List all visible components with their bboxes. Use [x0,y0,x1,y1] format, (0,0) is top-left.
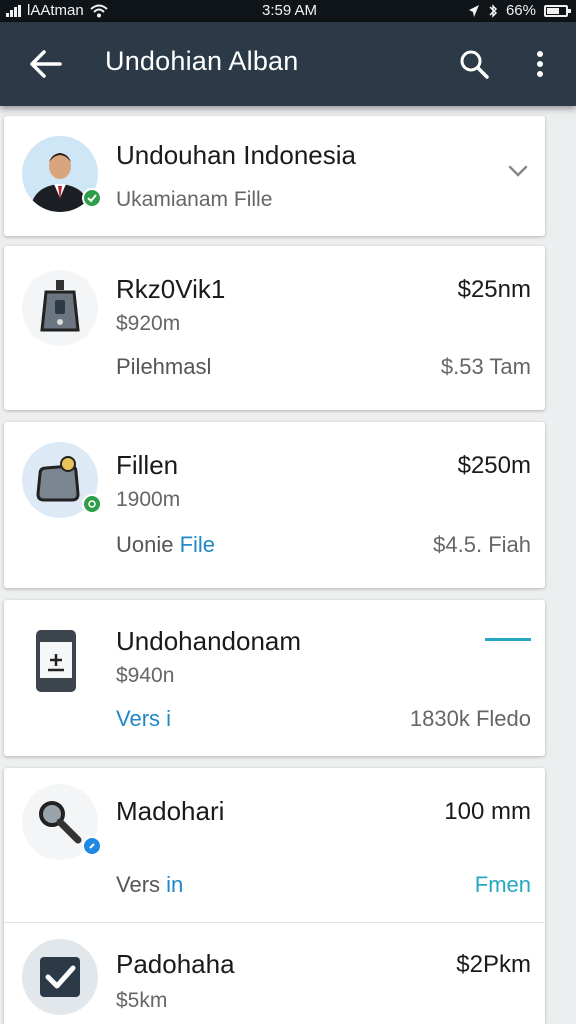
more-options-button[interactable] [526,46,554,82]
list-item[interactable]: Fillen 1900m Uonie File $250m $4.5. Fiah [4,422,545,588]
item-meta: Vers i [116,706,171,732]
page-title: Undohian Alban [105,46,299,76]
avatar [22,136,102,212]
status-right: 66% [468,2,571,19]
item-meta: Vers in [116,872,183,898]
item-icon-wrap [22,270,98,346]
item-meta-accent: File [173,532,216,557]
carrier-label: lAAtman [27,2,84,19]
expand-button[interactable] [505,158,531,184]
item-icon-wrap [22,442,102,518]
checkbox-icon [40,957,80,997]
list-item[interactable]: Undohandonam $940n Vers i 1830k Fledo [4,600,545,756]
item-meta-text: Vers [116,872,161,897]
chevron-down-icon [508,165,528,177]
battery-percent: 66% [505,2,536,19]
more-vert-icon [537,51,543,77]
item-icon-wrap [22,620,98,696]
info-badge-icon [82,836,102,856]
search-icon [460,50,489,79]
item-meta-accent: in [160,872,184,897]
list-item[interactable]: Rkz0Vik1 $920m Pilehmasl $25nm $.53 Tam [4,246,545,410]
item-meta: Uonie File [116,532,215,558]
verified-badge-icon [82,188,102,208]
item-meta: Pilehmasl [116,354,211,380]
battery-icon [544,4,571,17]
status-bar: lAAtman 3:59 AM 66% [0,0,576,22]
calculator-icon [36,630,76,692]
account-subtitle: Ukamianam Fille [116,188,273,211]
signal-icon [6,4,21,17]
item-icon-wrap [22,939,98,1015]
arrow-left-icon [30,50,62,78]
item-price: $250m [457,452,531,479]
list-item[interactable]: Madohari Vers in 100 mm Fmen [4,768,545,922]
item-subtitle: 1900m [116,488,181,511]
status-left: lAAtman [6,2,108,19]
bluetooth-icon [489,3,498,18]
item-title: Padohaha [116,949,235,979]
list-item[interactable]: Padohaha $5km $2Pkm [4,923,545,1024]
account-name: Undouhan Indonesia [116,140,356,170]
progress-line [485,638,531,641]
item-amount: Fmen [474,872,531,897]
back-button[interactable] [28,48,64,80]
item-meta-text: Uonie [116,532,174,557]
item-amount: $4.5. Fiah [433,532,531,557]
item-amount: $.53 Tam [440,354,531,379]
search-button[interactable] [456,46,492,82]
item-title: Madohari [116,796,225,826]
list-group-card: Madohari Vers in 100 mm Fmen Padohaha $5… [4,768,545,1024]
wifi-icon [90,4,108,17]
item-amount: 1830k Fledo [409,706,531,731]
app-bar: Undohian Alban [0,22,576,106]
status-time: 3:59 AM [262,2,318,19]
item-title: Rkz0Vik1 [116,274,226,304]
item-subtitle: $920m [116,312,181,335]
item-meta-text: Vers i [116,706,172,731]
location-icon [468,4,479,17]
device-icon [40,280,80,332]
item-subtitle: $940n [116,664,175,687]
item-price: $25nm [457,276,531,303]
item-price: 100 mm [444,798,531,825]
item-icon-wrap [22,784,102,860]
item-title: Undohandonam [116,626,302,656]
sync-badge-icon [82,494,102,514]
item-title: Fillen [116,450,179,480]
item-meta-text: Pilehmasl [116,354,212,379]
item-price: $2Pkm [456,951,531,978]
item-subtitle: $5km [116,989,168,1012]
account-card[interactable]: Undouhan Indonesia Ukamianam Fille [4,116,545,236]
